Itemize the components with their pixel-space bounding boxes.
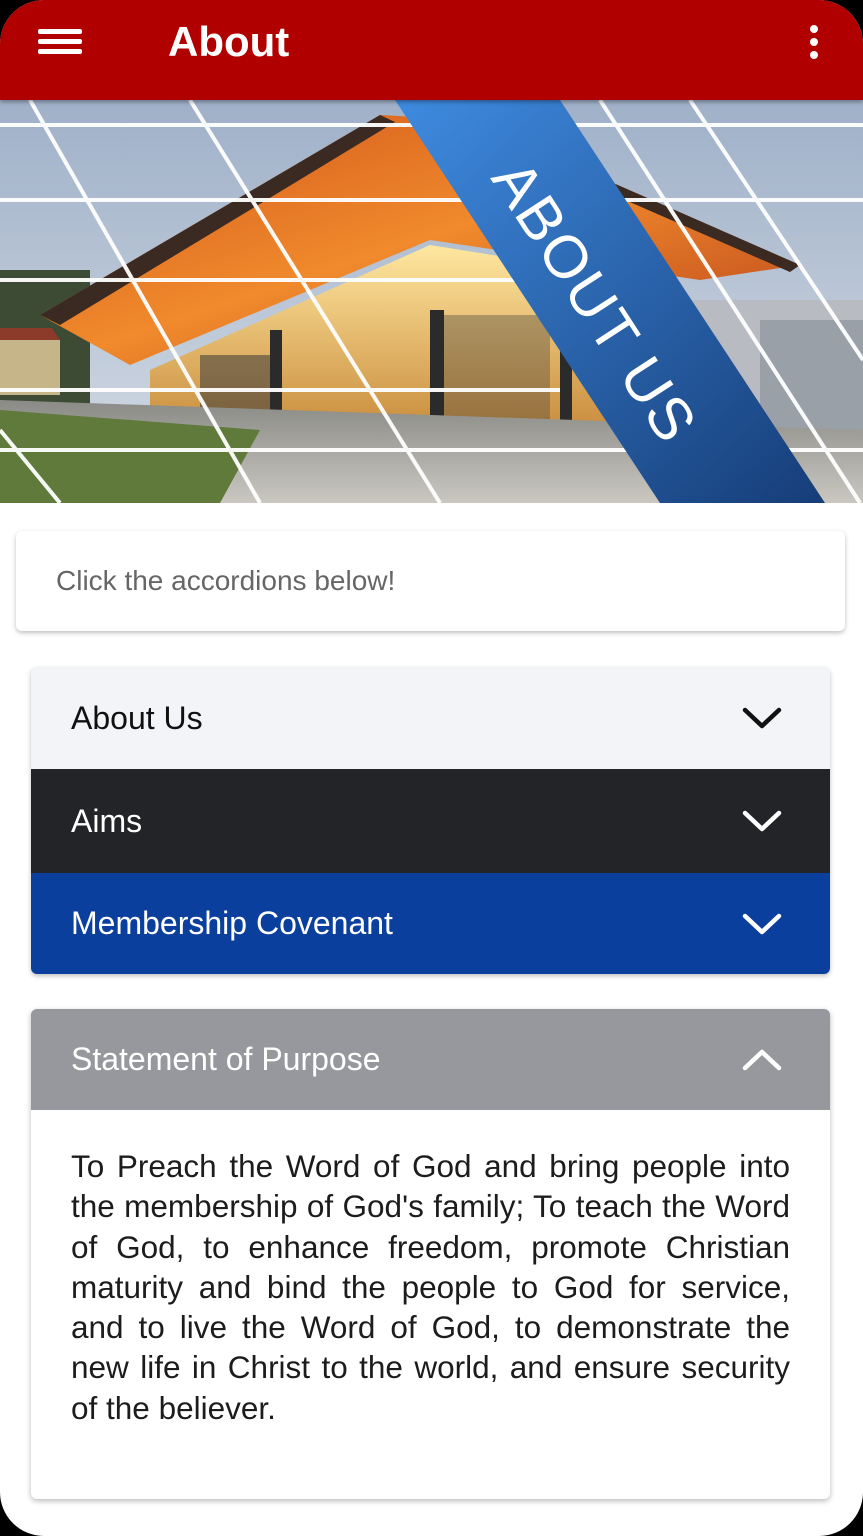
app-bar: About: [0, 0, 863, 100]
accordion-label: Membership Covenant: [71, 905, 393, 941]
accordion-aims[interactable]: Aims: [31, 769, 830, 873]
accordion-label: About Us: [71, 699, 203, 736]
accordion-group: About Us Aims Membership Covenant: [31, 667, 830, 974]
accordion-label: Aims: [71, 802, 143, 839]
hint-card: Click the accordions below!: [16, 531, 845, 631]
app-screen: About ABOUT US Click the accordions belo…: [0, 0, 863, 1536]
chevron-down-icon: [742, 913, 782, 934]
chevron-up-icon: [742, 1049, 782, 1070]
accordion-label: Statement of Purpose: [71, 1041, 381, 1077]
accordion-membership-covenant[interactable]: Membership Covenant: [31, 873, 830, 974]
accordion-statement-of-purpose[interactable]: Statement of Purpose: [31, 1009, 830, 1110]
hamburger-menu-icon[interactable]: [30, 20, 90, 64]
chevron-down-icon: [742, 810, 782, 832]
page-title: About: [168, 18, 290, 65]
chevron-down-icon: [742, 707, 782, 729]
accordion-about-us[interactable]: About Us: [31, 667, 830, 769]
more-vertical-icon[interactable]: [799, 20, 829, 64]
accordion-body-text: To Preach the Word of God and bring peop…: [71, 1148, 790, 1426]
accordion-statement-of-purpose-panel: Statement of Purpose To Preach the Word …: [31, 1009, 830, 1499]
hint-text: Click the accordions below!: [56, 565, 396, 596]
hero-image: ABOUT US: [0, 100, 863, 503]
